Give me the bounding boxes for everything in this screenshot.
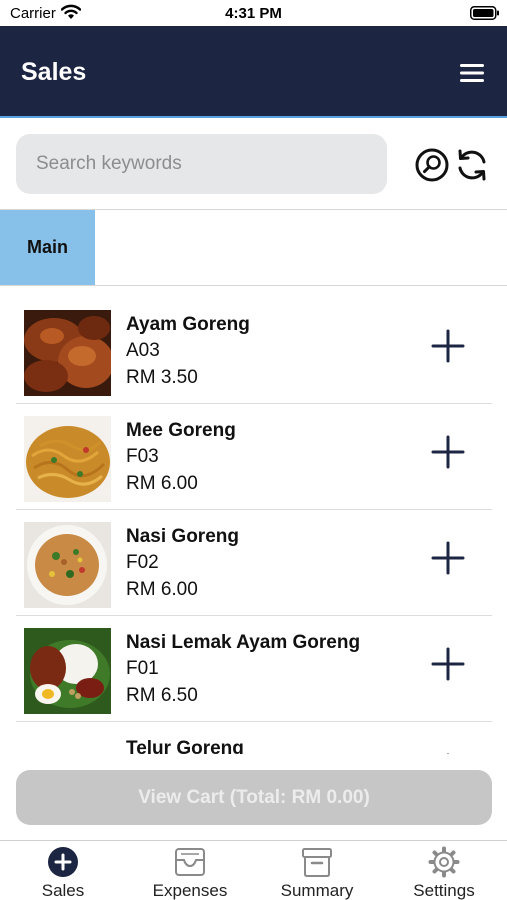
product-code: A03 <box>126 340 160 361</box>
gear-icon <box>428 846 460 878</box>
add-icon[interactable] <box>430 646 466 682</box>
search-icon[interactable] <box>414 147 450 183</box>
status-bar: Carrier 4:31 PM <box>0 0 507 26</box>
add-icon[interactable] <box>430 540 466 576</box>
tab-settings[interactable]: Settings <box>381 843 507 900</box>
add-icon[interactable] <box>430 434 466 470</box>
tab-summary[interactable]: Summary <box>254 843 380 900</box>
cart-area: View Cart (Total: RM 0.00) <box>0 754 507 840</box>
archive-box-icon <box>302 848 332 877</box>
tab-label: Summary <box>280 881 354 900</box>
category-tab-main[interactable]: Main <box>0 210 95 285</box>
hamburger-menu-icon[interactable] <box>456 60 488 86</box>
product-price: RM 6.50 <box>126 685 198 706</box>
tab-label: Settings <box>413 881 475 900</box>
product-list[interactable]: Ayam Goreng A03 RM 3.50 Mee Goreng F03 R… <box>0 298 507 754</box>
product-row[interactable]: Nasi Lemak Ayam Goreng F01 RM 6.50 <box>16 616 492 722</box>
product-name: Ayam Goreng <box>126 314 250 335</box>
battery-icon <box>470 6 499 20</box>
product-name: Telur Goreng <box>126 738 244 754</box>
product-code: F03 <box>126 446 159 467</box>
add-icon[interactable] <box>430 328 466 364</box>
nasi-lemak-photo <box>24 628 111 714</box>
product-code: F02 <box>126 552 159 573</box>
status-time: 4:31 PM <box>225 5 282 22</box>
tab-expenses[interactable]: Expenses <box>127 843 253 900</box>
fried-noodles-photo <box>24 416 111 502</box>
product-name: Mee Goreng <box>126 420 236 441</box>
product-name: Nasi Lemak Ayam Goreng <box>126 632 361 653</box>
product-row[interactable]: Telur Goreng <box>16 722 492 754</box>
refresh-icon[interactable] <box>454 147 490 183</box>
fried-egg-photo <box>24 734 111 754</box>
product-price: RM 6.00 <box>126 473 198 494</box>
fried-rice-photo <box>24 522 111 608</box>
search-input[interactable] <box>16 134 387 194</box>
product-price: RM 6.00 <box>126 579 198 600</box>
tab-label: Expenses <box>152 881 228 900</box>
product-row[interactable]: Mee Goreng F03 RM 6.00 <box>16 404 492 510</box>
inbox-tray-icon <box>175 848 205 876</box>
product-row[interactable]: Nasi Goreng F02 RM 6.00 <box>16 510 492 616</box>
tab-sales[interactable]: Sales <box>0 843 126 900</box>
product-code: F01 <box>126 658 159 679</box>
product-row[interactable]: Ayam Goreng A03 RM 3.50 <box>16 298 492 404</box>
tab-label: Sales <box>41 881 85 900</box>
product-name: Nasi Goreng <box>126 526 239 547</box>
fried-chicken-photo <box>24 310 111 396</box>
product-price: RM 3.50 <box>126 367 198 388</box>
view-cart-button[interactable]: View Cart (Total: RM 0.00) <box>16 770 492 825</box>
category-bar: Main <box>0 210 507 286</box>
bottom-tab-bar: Sales Expenses Summary Settings <box>0 840 507 900</box>
app-header: Sales <box>0 26 507 118</box>
plus-circle-icon <box>48 847 78 877</box>
page-title: Sales <box>21 58 87 86</box>
search-row <box>0 120 507 210</box>
